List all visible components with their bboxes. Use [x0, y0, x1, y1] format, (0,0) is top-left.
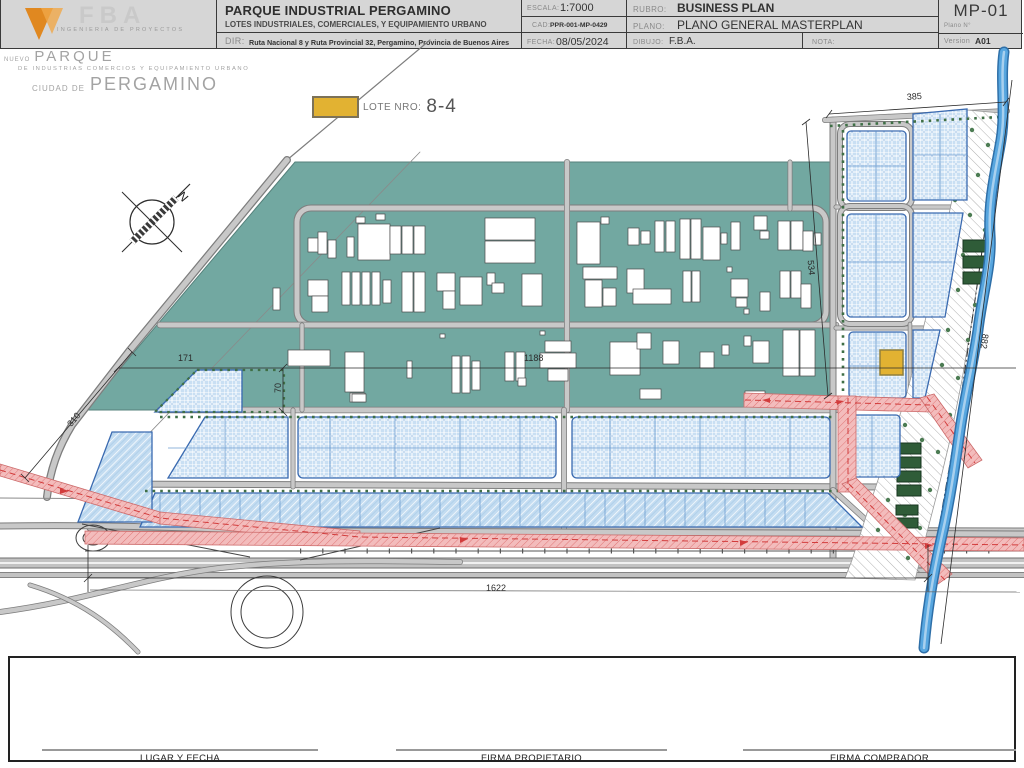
highlighted-lot-8-4: [880, 350, 903, 375]
north-label: N: [175, 189, 191, 205]
north-arrow: N: [122, 184, 191, 252]
heading-parque: PARQUE: [34, 48, 114, 65]
lot-legend: LOTE NRO: 8-4: [312, 96, 457, 118]
dim-1188: 1188: [524, 353, 543, 363]
signature-block: LUGAR Y FECHA FIRMA PROPIETARIO FIRMA CO…: [8, 656, 1016, 762]
dim-534: 534: [806, 260, 817, 276]
dim-385: 385: [906, 91, 922, 102]
signature-field-place-date: LUGAR Y FECHA: [42, 749, 318, 764]
signature-field-buyer: FIRMA COMPRADOR: [743, 749, 1016, 764]
legend-color-swatch: [312, 96, 359, 118]
heading-nuevo: NUEVO: [4, 57, 30, 63]
heading-pergamino: PERGAMINO: [90, 74, 218, 95]
dim-70: 70: [273, 383, 283, 393]
plan-heading: NUEVO PARQUE DE INDUSTRIAS COMERCIOS Y E…: [4, 48, 249, 95]
dim-171: 171: [178, 353, 193, 363]
heading-subline: DE INDUSTRIAS COMERCIOS Y EQUIPAMIENTO U…: [18, 66, 249, 72]
site-plan-drawing: 385 534 882 171 1188 70 310 1622 N: [0, 0, 1024, 768]
dim-882: 882: [979, 333, 991, 349]
dim-1622: 1622: [486, 583, 506, 593]
heading-ciudad-de: CIUDAD DE: [32, 84, 85, 93]
legend-lot-number: 8-4: [426, 96, 456, 118]
legend-label: LOTE NRO:: [363, 102, 421, 113]
masterplan-sheet: 385 534 882 171 1188 70 310 1622 N FBA I…: [0, 0, 1024, 768]
signature-field-owner: FIRMA PROPIETARIO: [396, 749, 667, 764]
